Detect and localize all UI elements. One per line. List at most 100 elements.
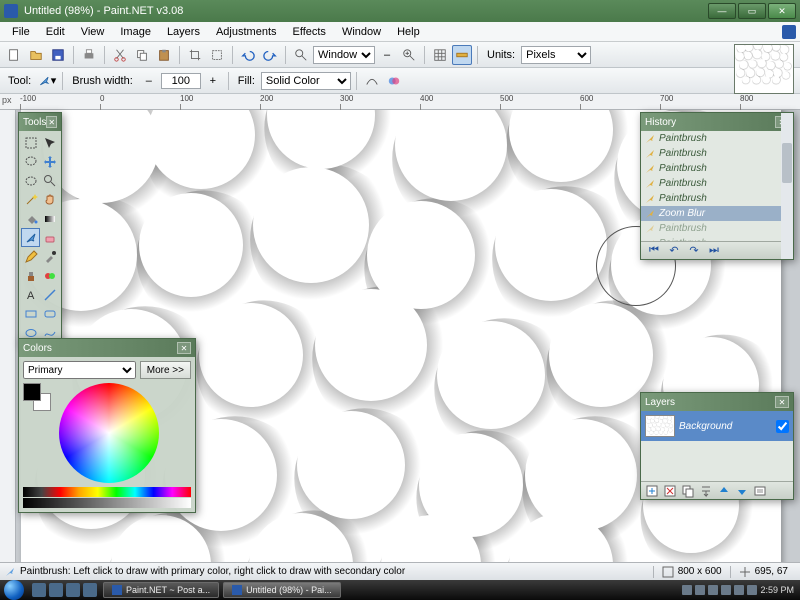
crop-button[interactable] xyxy=(185,45,205,65)
tool-lasso[interactable] xyxy=(21,152,40,171)
layer-props-button[interactable] xyxy=(753,484,767,498)
layer-up-button[interactable] xyxy=(717,484,731,498)
history-item[interactable]: Paintbrush xyxy=(641,221,793,236)
tool-recolor[interactable] xyxy=(40,266,59,285)
rulers-button[interactable] xyxy=(452,45,472,65)
tools-close-icon[interactable]: ✕ xyxy=(46,116,57,128)
tool-eraser[interactable] xyxy=(40,228,59,247)
history-item[interactable]: Paintbrush xyxy=(641,161,793,176)
tool-pan[interactable] xyxy=(40,190,59,209)
tool-clone[interactable] xyxy=(21,266,40,285)
layer-visible-checkbox[interactable] xyxy=(776,420,789,433)
quicklaunch-ie-icon[interactable] xyxy=(49,583,63,597)
layers-list[interactable]: Background xyxy=(641,411,793,481)
tool-ellipse-select[interactable] xyxy=(21,171,40,190)
tray-icon[interactable] xyxy=(721,585,731,595)
units-select[interactable]: Pixels xyxy=(521,46,591,64)
open-button[interactable] xyxy=(26,45,46,65)
history-item[interactable]: Paintbrush xyxy=(641,176,793,191)
layer-add-button[interactable] xyxy=(645,484,659,498)
history-item[interactable]: Paintbrush xyxy=(641,236,793,241)
tray-icon[interactable] xyxy=(695,585,705,595)
new-button[interactable] xyxy=(4,45,24,65)
paste-button[interactable] xyxy=(154,45,174,65)
tool-chooser[interactable]: ▾ xyxy=(37,71,57,91)
layer-down-button[interactable] xyxy=(735,484,749,498)
tool-paintbrush[interactable] xyxy=(21,228,40,247)
fill-select[interactable]: Solid Color xyxy=(261,72,351,90)
navigator-thumbnail[interactable] xyxy=(734,44,794,94)
undo-button[interactable] xyxy=(238,45,258,65)
brush-width-input[interactable] xyxy=(161,73,201,89)
maximize-button[interactable]: ▭ xyxy=(738,3,766,19)
clock[interactable]: 2:59 PM xyxy=(760,585,794,595)
quicklaunch-desktop-icon[interactable] xyxy=(32,583,46,597)
menu-image[interactable]: Image xyxy=(112,24,159,40)
tool-magic-wand[interactable] xyxy=(21,190,40,209)
history-list[interactable]: PaintbrushPaintbrushPaintbrushPaintbrush… xyxy=(641,131,793,241)
tool-line[interactable] xyxy=(40,285,59,304)
zoom-out-button[interactable]: – xyxy=(377,45,397,65)
start-button[interactable] xyxy=(4,580,24,600)
history-forward-button[interactable]: ⏭ xyxy=(707,244,721,258)
zoom-select[interactable]: Window xyxy=(313,46,375,64)
menu-file[interactable]: File xyxy=(4,24,38,40)
history-rewind-button[interactable]: ⏮ xyxy=(647,244,661,258)
tray-icon[interactable] xyxy=(734,585,744,595)
history-item[interactable]: Paintbrush xyxy=(641,146,793,161)
history-item[interactable]: Paintbrush xyxy=(641,191,793,206)
tool-zoom[interactable] xyxy=(40,171,59,190)
colors-more-button[interactable]: More >> xyxy=(140,361,191,379)
history-item[interactable]: Paintbrush xyxy=(641,131,793,146)
menu-view[interactable]: View xyxy=(73,24,113,40)
history-scrollbar[interactable] xyxy=(781,131,793,241)
tool-move-selection[interactable] xyxy=(40,133,59,152)
quicklaunch-app-icon[interactable] xyxy=(66,583,80,597)
color-mode-select[interactable]: Primary xyxy=(23,361,136,379)
layer-item[interactable]: Background xyxy=(641,411,793,441)
history-redo-button[interactable]: ↷ xyxy=(687,244,701,258)
save-button[interactable] xyxy=(48,45,68,65)
deselect-button[interactable] xyxy=(207,45,227,65)
tool-fill[interactable] xyxy=(21,209,40,228)
grid-button[interactable] xyxy=(430,45,450,65)
close-button[interactable]: ✕ xyxy=(768,3,796,19)
taskbar-button[interactable]: Untitled (98%) - Pai... xyxy=(223,582,341,598)
tool-rectangle[interactable] xyxy=(21,304,40,323)
brush-inc-button[interactable]: + xyxy=(203,71,223,91)
menu-help[interactable]: Help xyxy=(389,24,428,40)
layers-close-icon[interactable]: ✕ xyxy=(775,396,789,408)
zoom-button[interactable] xyxy=(291,45,311,65)
layer-dup-button[interactable] xyxy=(681,484,695,498)
system-tray[interactable]: 2:59 PM xyxy=(676,585,800,595)
blend-button[interactable] xyxy=(384,71,404,91)
history-item[interactable]: Zoom Blur xyxy=(641,206,793,221)
taskbar-button[interactable]: Paint.NET ~ Post a... xyxy=(103,582,219,598)
color-wheel[interactable] xyxy=(59,383,159,483)
layer-merge-button[interactable] xyxy=(699,484,713,498)
redo-button[interactable] xyxy=(260,45,280,65)
menu-edit[interactable]: Edit xyxy=(38,24,73,40)
tray-icon[interactable] xyxy=(682,585,692,595)
tool-color-picker[interactable] xyxy=(40,247,59,266)
tool-move-pixels[interactable] xyxy=(40,152,59,171)
menu-adjustments[interactable]: Adjustments xyxy=(208,24,285,40)
colors-close-icon[interactable]: ✕ xyxy=(177,342,191,354)
palette-strip[interactable] xyxy=(23,487,191,497)
cut-button[interactable] xyxy=(110,45,130,65)
menu-effects[interactable]: Effects xyxy=(285,24,334,40)
zoom-in-button[interactable] xyxy=(399,45,419,65)
quicklaunch-switch-icon[interactable] xyxy=(83,583,97,597)
tray-icon[interactable] xyxy=(708,585,718,595)
history-undo-button[interactable]: ↶ xyxy=(667,244,681,258)
menu-layers[interactable]: Layers xyxy=(159,24,208,40)
layer-delete-button[interactable] xyxy=(663,484,677,498)
tool-gradient[interactable] xyxy=(40,209,59,228)
primary-color-swatch[interactable] xyxy=(23,383,41,401)
brush-dec-button[interactable]: – xyxy=(139,71,159,91)
value-strip[interactable] xyxy=(23,498,191,508)
tool-rect-select[interactable] xyxy=(21,133,40,152)
copy-button[interactable] xyxy=(132,45,152,65)
minimize-button[interactable]: — xyxy=(708,3,736,19)
tool-rounded-rect[interactable] xyxy=(40,304,59,323)
